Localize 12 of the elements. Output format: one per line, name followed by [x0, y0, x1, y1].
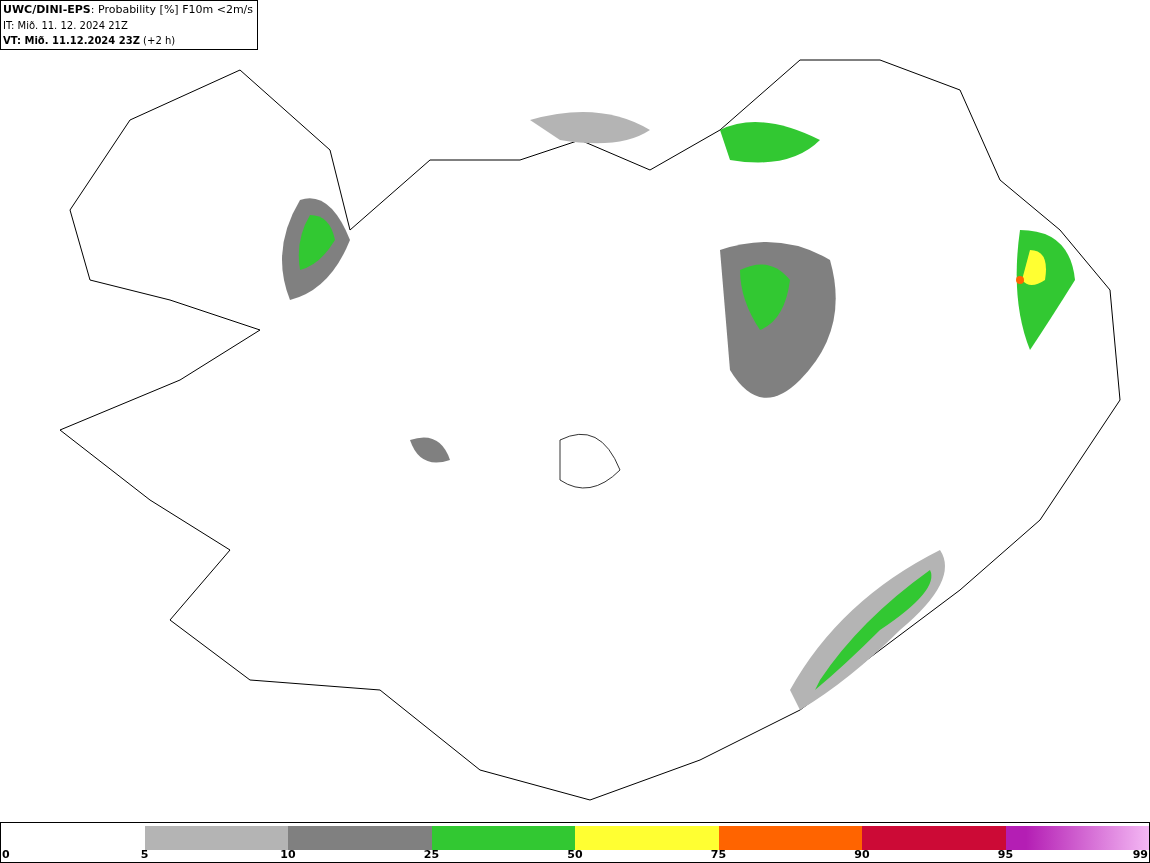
scale-label: 0	[2, 848, 10, 861]
scale-label: 75	[710, 848, 727, 861]
time-label: VT: Mið. 11.12.2024 23Z (+2 h)	[3, 34, 177, 48]
scale-label: 5	[140, 848, 149, 861]
scale-label: 50	[567, 848, 583, 861]
map-title: UWC/DINI-EPS: Probability [%] F10m <2m/s	[3, 2, 255, 18]
time-label: IT: Mið. 11. 12. 2024 21Z	[3, 19, 129, 33]
scale-label: 25	[423, 848, 440, 861]
scale-label: 95	[997, 848, 1014, 861]
scale-label: 99	[1132, 848, 1148, 861]
scale-label: 90	[854, 848, 870, 861]
scale-label: 10	[280, 848, 296, 861]
